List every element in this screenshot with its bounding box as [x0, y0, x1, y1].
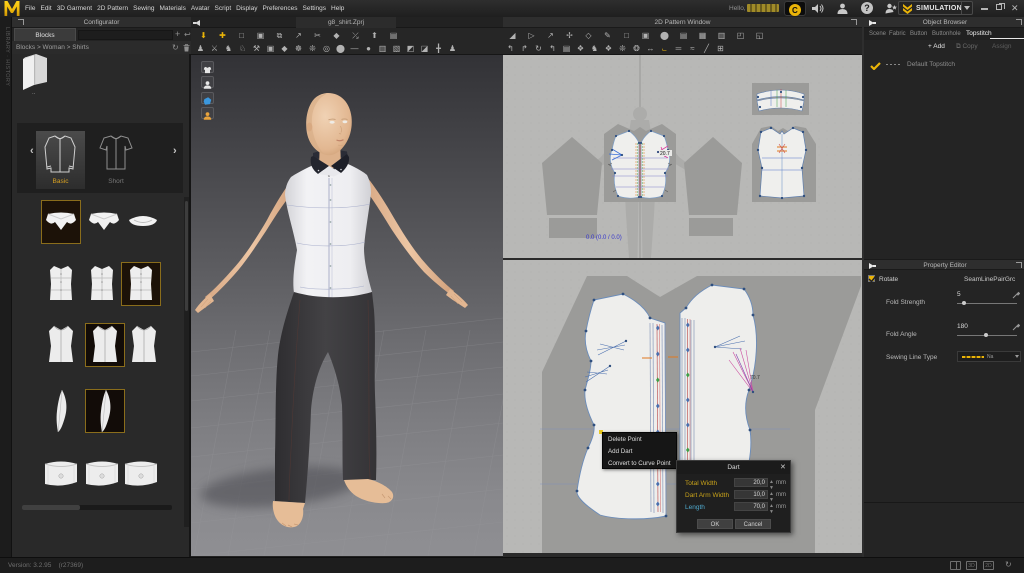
svg-text:70.7: 70.7	[750, 375, 760, 381]
svg-text:0.0 (0.0 / 0.0): 0.0 (0.0 / 0.0)	[586, 235, 622, 241]
svg-text:20.7: 20.7	[660, 151, 670, 157]
